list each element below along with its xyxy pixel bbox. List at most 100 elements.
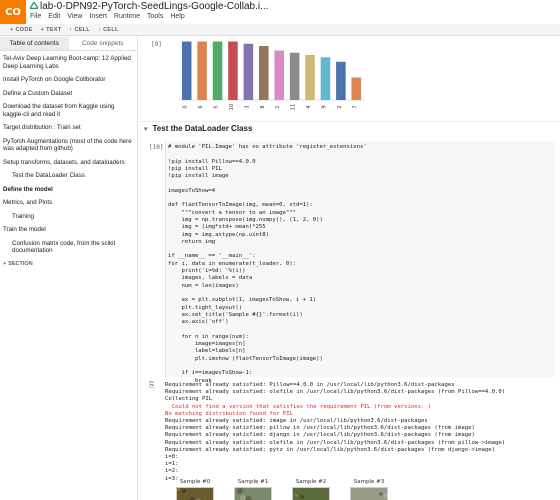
chart-bar [197, 41, 207, 100]
code-line: return img [168, 238, 216, 245]
menu-insert[interactable]: Insert [89, 13, 107, 20]
x-tick-label: 0 [183, 105, 189, 108]
toc-item[interactable]: Setup transforms, datasets, and dataload… [3, 159, 134, 167]
chart-bar [305, 55, 315, 100]
code-line: img = np.transpose(img.numpy(), (1, 2, 0… [168, 216, 323, 223]
chart-bar [351, 77, 362, 100]
code-line: ax.axis('off') [168, 319, 229, 326]
menu-view[interactable]: View [67, 13, 82, 20]
toc-item[interactable]: Define a Custom Dataset [3, 90, 134, 98]
toc-item[interactable]: Download the dataset from Kaggle using k… [3, 103, 134, 118]
sample-title: Sample #0 [179, 479, 211, 485]
notebook-title[interactable]: lab-0-DPN92-PyTorch-SeedLings-Google-Col… [40, 1, 268, 12]
output-line: Requirement already satisfied: django in… [165, 432, 475, 439]
menu-tools[interactable]: Tools [147, 13, 163, 20]
x-tick-label: 5 [214, 105, 220, 108]
toc-item[interactable]: Install PyTorch on Google Collborator [3, 76, 134, 84]
menu-help[interactable]: Help [170, 13, 184, 20]
add-section-button[interactable]: + SECTION [3, 261, 134, 267]
output-line: Requirement already satisfied: pillow in… [165, 425, 475, 432]
toc-item[interactable]: Training [3, 213, 134, 221]
chart-bar [289, 52, 300, 100]
drive-icon[interactable] [30, 2, 38, 10]
code-line: print('i=%d: '%(i)) [168, 268, 246, 275]
add-text-button[interactable]: + TEXT [41, 27, 62, 33]
code-line: image=images[n] [168, 341, 246, 348]
section-heading-text: Test the DataLoader Class [152, 124, 253, 133]
toc-item[interactable]: Metrics, and Plots [3, 199, 134, 207]
x-tick-label: 7 [352, 105, 358, 108]
code-editor[interactable]: # module 'PIL.Image' has no attribute 'r… [165, 141, 555, 384]
colab-logo[interactable]: CO [0, 0, 26, 24]
code-line: for i, data in enumerate(t_loader, 0): [168, 260, 296, 267]
output-line: Requirement already satisfied: Pillow==4… [165, 382, 455, 388]
output-icon[interactable]: ⎘ [149, 382, 155, 390]
x-tick-label: 3 [244, 105, 250, 108]
x-tick-label: 6 [198, 105, 204, 108]
output-line: i=0: [165, 454, 179, 461]
output-line: i=2: [165, 468, 179, 475]
x-tick-label: 1 [275, 105, 281, 108]
toc-item[interactable]: PyTorch Augmentations (most of the code … [3, 138, 134, 153]
chart-bar [228, 41, 238, 100]
code-line: ax.set_title('Sample #{}'.format(i)) [168, 311, 303, 318]
sample-image: Sample #2 [291, 479, 331, 500]
code-line: !pip install PIL [168, 165, 222, 172]
toc-item[interactable]: Define the model [3, 186, 134, 194]
sample-title: Sample #1 [237, 479, 269, 485]
toc-item[interactable]: Tel-Aviv Deep Learning Boot-camp: 12 App… [3, 55, 134, 70]
code-line: imagesToShow=4 [168, 187, 216, 194]
x-tick-label: 11 [291, 104, 297, 110]
x-tick-label: 10 [229, 104, 235, 110]
output-line: No matching distribution found for PIL [165, 410, 293, 417]
code-line: def flaotTensorToImage(img, mean=0, std=… [168, 202, 313, 209]
plus-icon: + [10, 26, 14, 33]
menu-file[interactable]: File [30, 13, 41, 20]
output-line: Requirement already satisfied: olefile i… [165, 389, 506, 396]
code-line: plt.tight_layout() [168, 304, 243, 311]
move-cell-up-button[interactable]: ↑ CELL [69, 27, 90, 33]
seedling-image [350, 487, 388, 500]
code-line: """convert a tensor to an image""" [168, 209, 296, 216]
chart-output-cell: [9] 0 6 5 10 3 8 1 11 4 9 2 7 [139, 37, 560, 114]
code-line: if __name__ == '__main__': [168, 253, 256, 260]
exec-count: [10] [149, 144, 164, 151]
x-tick-label: 9 [321, 105, 327, 108]
output-line: Collecting PIL [165, 396, 213, 403]
exec-count: [9] [151, 41, 162, 48]
arrow-down-icon: ↓ [98, 26, 102, 33]
plus-icon: + [40, 26, 45, 33]
menu-runtime[interactable]: Runtime [114, 13, 140, 20]
sidebar-tabs: Table of contents Code snippets [0, 37, 137, 51]
sample-title: Sample #3 [353, 479, 385, 485]
move-cell-down-button[interactable]: ↓ CELL [98, 27, 119, 33]
section-label: SECTION [8, 260, 33, 267]
seedling-image [234, 487, 272, 500]
code-line: ax = plt.subplot(1, imagesToShow, i + 1) [168, 297, 317, 304]
sample-images: Sample #0 Sample #1 Sample #2 Sample #3 [175, 479, 389, 500]
menu-edit[interactable]: Edit [48, 13, 60, 20]
chart-bar [320, 57, 331, 100]
toc-item[interactable]: Target distribution : Train set [3, 124, 134, 132]
code-line: img = img.astype(np.uint8) [168, 231, 270, 238]
tab-table-of-contents[interactable]: Table of contents [0, 37, 69, 50]
toc-item[interactable]: Test the DataLoader Class [3, 172, 134, 180]
table-of-contents: Tel-Aviv Deep Learning Boot-camp: 12 App… [0, 51, 137, 267]
code-text[interactable]: # module 'PIL.Image' has no attribute 'r… [166, 141, 555, 385]
code-line: img = (img*std+ mean)*255 [168, 224, 266, 231]
toc-item[interactable]: Train the model [3, 226, 134, 234]
tab-code-snippets[interactable]: Code snippets [69, 37, 138, 50]
section-heading[interactable]: ▾ Test the DataLoader Class [139, 121, 560, 135]
code-line: for n in range(num): [168, 333, 249, 340]
app-header: CO lab-0-DPN92-PyTorch-SeedLings-Google-… [0, 0, 560, 24]
toc-item[interactable]: Confusion matrix code, from the scikit d… [3, 240, 134, 255]
add-code-button[interactable]: + CODE [10, 27, 33, 33]
code-cell[interactable]: [10] # module 'PIL.Image' has no attribu… [139, 141, 560, 384]
output-line: Requirement already satisfied: pytz in /… [165, 446, 496, 453]
chevron-down-icon[interactable]: ▾ [144, 125, 148, 133]
